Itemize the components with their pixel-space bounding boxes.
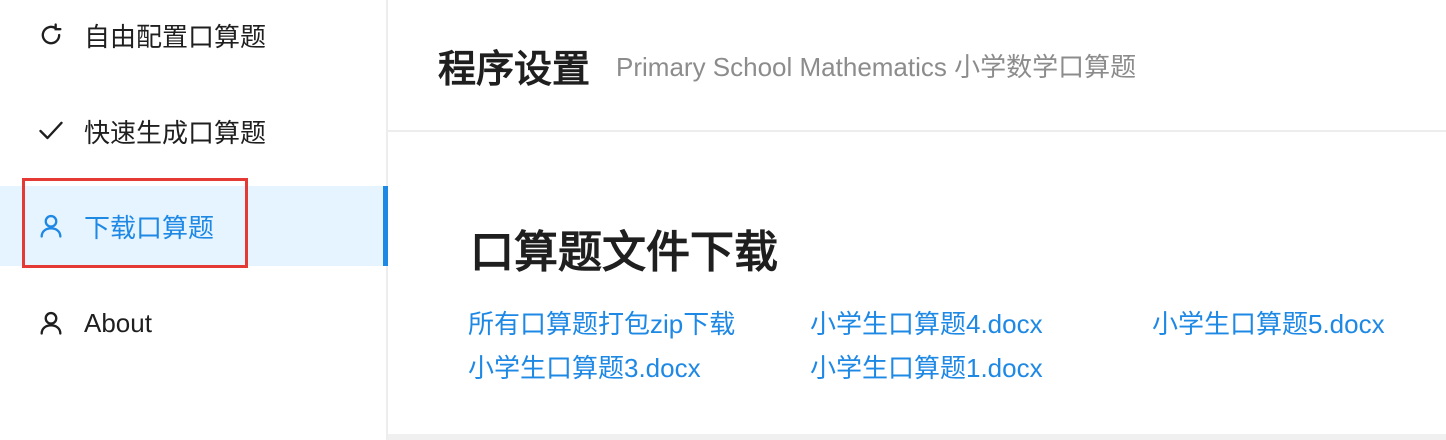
sidebar-item-label: 自由配置口算题: [84, 21, 267, 52]
bottom-divider: [388, 434, 1446, 440]
sidebar-item-free-config[interactable]: 自由配置口算题: [0, 0, 386, 75]
user-icon: [36, 211, 66, 241]
section-title: 口算题文件下载: [470, 228, 778, 277]
file-link-docx-4[interactable]: 小学生口算题4.docx: [810, 304, 1043, 341]
file-link-docx-1[interactable]: 小学生口算题1.docx: [810, 348, 1043, 385]
page-subtitle: Primary School Mathematics 小学数学口算题: [616, 51, 1137, 82]
page-title: 程序设置: [438, 48, 591, 91]
sidebar-item-label: 快速生成口算题: [84, 117, 267, 148]
sidebar-item-about[interactable]: About: [0, 283, 386, 363]
sidebar-item-quick-generate[interactable]: 快速生成口算题: [0, 91, 386, 171]
main-content: 口算题文件下载 所有口算题打包zip下载 小学生口算题4.docx 小学生口算题…: [388, 134, 1446, 434]
page-header: 程序设置 Primary School Mathematics 小学数学口算题: [388, 0, 1446, 132]
file-link-docx-3[interactable]: 小学生口算题3.docx: [468, 348, 701, 385]
refresh-icon: [36, 20, 66, 50]
file-link-docx-5[interactable]: 小学生口算题5.docx: [1152, 304, 1385, 341]
sidebar-item-label: About: [84, 307, 152, 338]
sidebar: 自由配置口算题 快速生成口算题 下载口算题 About: [0, 0, 388, 440]
file-link-zip[interactable]: 所有口算题打包zip下载: [468, 304, 735, 341]
user-icon: [36, 308, 66, 338]
check-icon: [36, 116, 66, 146]
app-root: 自由配置口算题 快速生成口算题 下载口算题 About 程序设置 Primary…: [0, 0, 1446, 440]
sidebar-item-download[interactable]: 下载口算题: [0, 186, 388, 266]
sidebar-item-label: 下载口算题: [84, 212, 215, 243]
